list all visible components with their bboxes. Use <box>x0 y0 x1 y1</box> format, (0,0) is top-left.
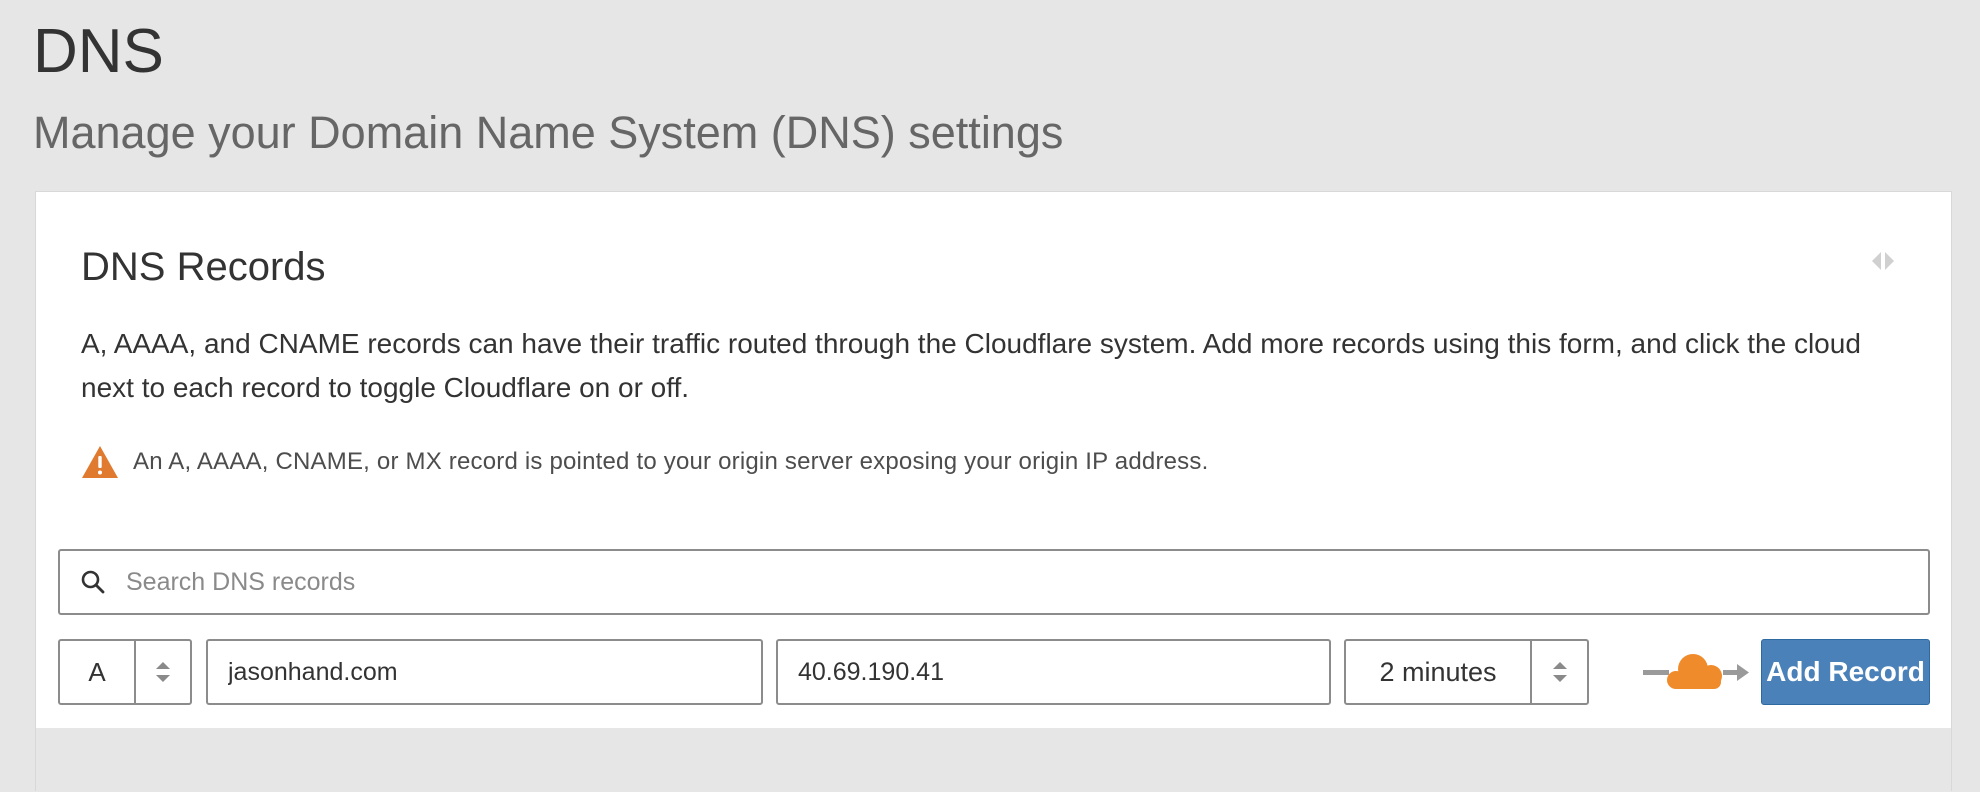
record-name-input[interactable] <box>206 639 763 705</box>
add-record-button[interactable]: Add Record <box>1761 639 1930 705</box>
dns-records-card: DNS Records A, AAAA, and CNAME records c… <box>35 191 1952 792</box>
record-content-input[interactable] <box>776 639 1331 705</box>
ttl-select[interactable]: 2 minutes <box>1344 639 1589 705</box>
up-down-chevron-icon[interactable] <box>1532 641 1587 703</box>
add-record-form: A 2 minutes <box>58 639 1930 705</box>
record-type-select[interactable]: A <box>58 639 192 705</box>
search-icon <box>80 569 106 595</box>
page-subtitle: Manage your Domain Name System (DNS) set… <box>33 107 1064 158</box>
ttl-value: 2 minutes <box>1346 641 1532 703</box>
origin-exposure-warning: An A, AAAA, CNAME, or MX record is point… <box>81 442 1208 482</box>
warning-text: An A, AAAA, CNAME, or MX record is point… <box>133 448 1209 475</box>
orange-cloud-icon[interactable] <box>1641 649 1751 695</box>
page-title: DNS <box>33 17 164 86</box>
card-description: A, AAAA, and CNAME records can have thei… <box>81 328 1861 403</box>
warning-triangle-icon <box>81 445 119 479</box>
collapse-arrows-icon[interactable] <box>1869 249 1897 273</box>
search-box[interactable] <box>58 549 1930 615</box>
up-down-chevron-icon[interactable] <box>136 641 190 703</box>
record-type-value: A <box>60 641 136 703</box>
card-title: DNS Records <box>81 245 326 289</box>
search-input[interactable] <box>126 551 1928 613</box>
records-table-header <box>36 728 1951 792</box>
